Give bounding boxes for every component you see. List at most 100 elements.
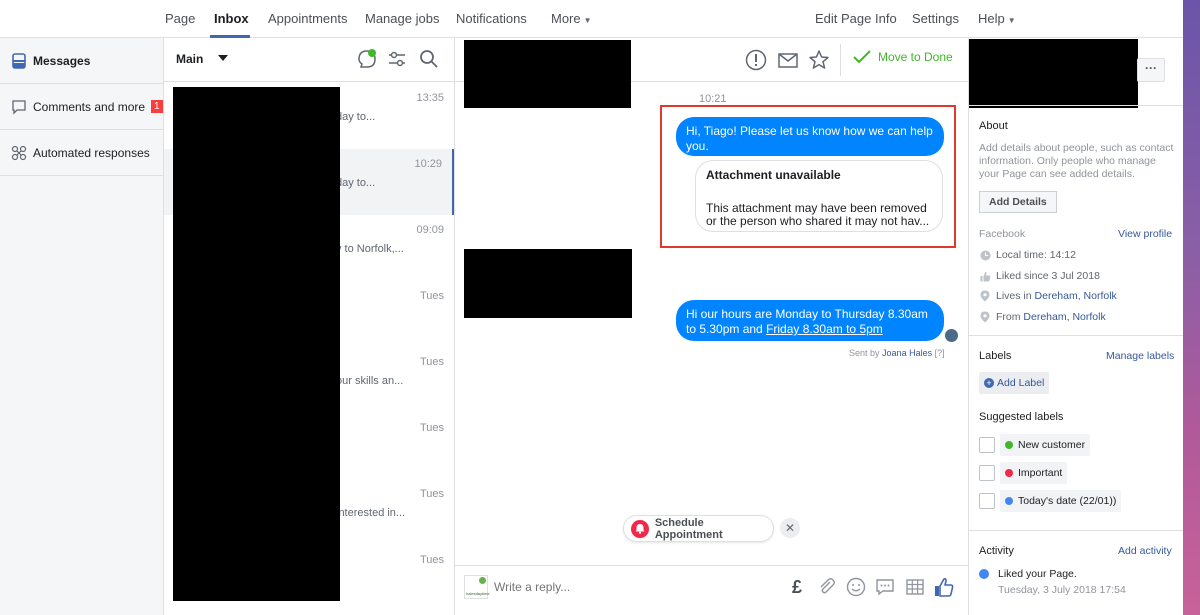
page-avatar-text: halesdaytime [466, 591, 490, 596]
schedule-appointment-button[interactable]: Schedule Appointment [623, 515, 774, 542]
conversation-time: 09:09 [416, 224, 444, 236]
nav-tab-inbox[interactable]: Inbox [214, 11, 249, 26]
conversation-list: Main 13:35 day to... 10:29 day to... 09:… [164, 38, 455, 615]
label-checkbox[interactable] [979, 465, 995, 481]
lives-in-row: Lives in Dereham, Norfolk [979, 290, 1117, 302]
suggested-label-chip[interactable]: Today's date (22/01)) [1000, 490, 1122, 512]
like-thumbs-up-icon[interactable] [933, 576, 955, 598]
label-checkbox[interactable] [979, 493, 995, 509]
sidebar-item-label: Messages [33, 53, 91, 68]
label-checkbox[interactable] [979, 437, 995, 453]
conversation-time: 13:35 [416, 92, 444, 104]
label-color-dot [1005, 469, 1013, 477]
folder-filter-label[interactable]: Main [176, 52, 203, 66]
thumbs-up-icon [979, 270, 991, 282]
conversation-snippet: day to... [336, 111, 376, 123]
currency-pound-icon[interactable]: £ [786, 576, 808, 598]
table-grid-icon[interactable] [904, 576, 926, 598]
page-avatar: halesdaytime [464, 575, 490, 599]
move-to-done-label: Move to Done [878, 50, 953, 64]
local-time-row: Local time: 14:12 [979, 249, 1076, 261]
add-activity-link[interactable]: Add activity [1118, 545, 1172, 557]
attachment-description: This attachment may have been removed or… [706, 202, 934, 228]
sent-by-name[interactable]: Joana Hales [882, 348, 932, 358]
new-message-icon[interactable] [356, 48, 378, 70]
conversation-time: Tues [419, 554, 444, 566]
more-options-button[interactable]: ··· [1137, 58, 1165, 82]
report-alert-icon[interactable] [744, 48, 768, 72]
star-icon[interactable] [807, 48, 831, 72]
sidebar-item-messages[interactable]: Messages [0, 38, 164, 84]
attachment-line: or the person who shared it may not hav.… [706, 215, 930, 228]
outgoing-message-bubble: Hi our hours are Monday to Thursday 8.30… [676, 300, 944, 341]
automation-icon [10, 144, 28, 162]
location-pin-icon [979, 290, 991, 302]
suggested-label-chip[interactable]: Important [1000, 462, 1068, 484]
activity-heading: Activity [979, 545, 1014, 557]
emoji-icon[interactable] [845, 576, 867, 598]
message-text: you. [686, 139, 709, 153]
nav-tab-manage-jobs[interactable]: Manage jobs [365, 11, 439, 26]
nav-settings[interactable]: Settings [912, 11, 959, 26]
nav-tab-page[interactable]: Page [165, 11, 195, 26]
add-label-text: Add Label [997, 377, 1045, 389]
comment-icon [10, 98, 28, 116]
top-navigation: Page Inbox Appointments Manage jobs Noti… [0, 0, 1183, 38]
message-text: Hi our hours are Monday to Thursday 8.30… [686, 307, 928, 321]
attachment-paperclip-icon[interactable] [816, 576, 838, 598]
close-icon[interactable]: ✕ [780, 518, 800, 538]
suggested-labels-heading: Suggested labels [979, 411, 1064, 423]
reply-input[interactable] [494, 580, 694, 594]
messages-icon [10, 52, 28, 70]
conversation-time: Tues [419, 290, 444, 302]
facebook-label: Facebook [979, 228, 1026, 240]
sender-avatar [945, 329, 958, 342]
lives-in-prefix: Lives in [996, 290, 1032, 302]
add-label-button[interactable]: + Add Label [979, 372, 1050, 394]
conversation-snippet: our skills an... [336, 375, 404, 387]
suggested-label-chip[interactable]: New customer [1000, 434, 1091, 456]
manage-labels-link[interactable]: Manage labels [1106, 350, 1174, 362]
sent-by-line: Sent by Joana Hales [?] [849, 348, 945, 358]
message-link[interactable]: Friday 8.30am to 5pm [766, 322, 883, 336]
nav-edit-page-info[interactable]: Edit Page Info [815, 11, 897, 26]
activity-item-time: Tuesday, 3 July 2018 17:54 [998, 584, 1126, 596]
from-link[interactable]: Dereham, Norfolk [1023, 311, 1105, 323]
suggested-label-row: Today's date (22/01)) [979, 490, 1122, 512]
sidebar-item-label: Comments and more [33, 99, 146, 114]
location-pin-icon [979, 311, 991, 323]
suggested-label-text: Today's date (22/01)) [1018, 495, 1117, 507]
view-profile-link[interactable]: View profile [1118, 228, 1172, 240]
lives-in-link[interactable]: Dereham, Norfolk [1035, 290, 1117, 302]
attachment-title: Attachment unavailable [706, 168, 841, 182]
nav-tab-more[interactable]: More ▼ [551, 11, 592, 26]
avatar-dot [479, 577, 486, 584]
labels-heading: Labels [979, 350, 1012, 362]
conversation-snippet: y to Norfolk,... [336, 243, 404, 255]
local-time-text: Local time: 14:12 [996, 249, 1076, 261]
suggested-label-row: New customer [979, 434, 1091, 456]
redaction-block [969, 39, 1138, 108]
mark-unread-icon[interactable] [776, 48, 800, 72]
sent-by-help[interactable]: [?] [935, 348, 945, 358]
filter-dropdown-icon[interactable] [217, 52, 229, 66]
activity-item-text: Liked your Page. [998, 568, 1077, 580]
checkmark-icon [853, 50, 871, 64]
conversation-list-header: Main [164, 38, 454, 82]
move-to-done-button[interactable]: Move to Done [853, 50, 953, 64]
sidebar-item-automated-responses[interactable]: Automated responses [0, 130, 164, 176]
saved-replies-icon[interactable] [874, 576, 896, 598]
attachment-card[interactable]: Attachment unavailable This attachment m… [695, 160, 943, 232]
filter-sliders-icon[interactable] [386, 48, 408, 70]
nav-tab-appointments[interactable]: Appointments [268, 11, 348, 26]
suggested-label-row: Important [979, 462, 1068, 484]
sidebar-item-label: Automated responses [33, 145, 150, 160]
add-details-button[interactable]: Add Details [979, 191, 1057, 213]
nav-tab-notifications[interactable]: Notifications [456, 11, 527, 26]
sidebar-item-comments[interactable]: Comments and more 1 [0, 84, 164, 130]
nav-help[interactable]: Help ▼ [978, 11, 1016, 26]
from-prefix: From [996, 311, 1021, 323]
search-icon[interactable] [418, 48, 440, 70]
customer-info-pane: ··· About Add details about people, such… [969, 38, 1183, 615]
divider [969, 335, 1183, 336]
